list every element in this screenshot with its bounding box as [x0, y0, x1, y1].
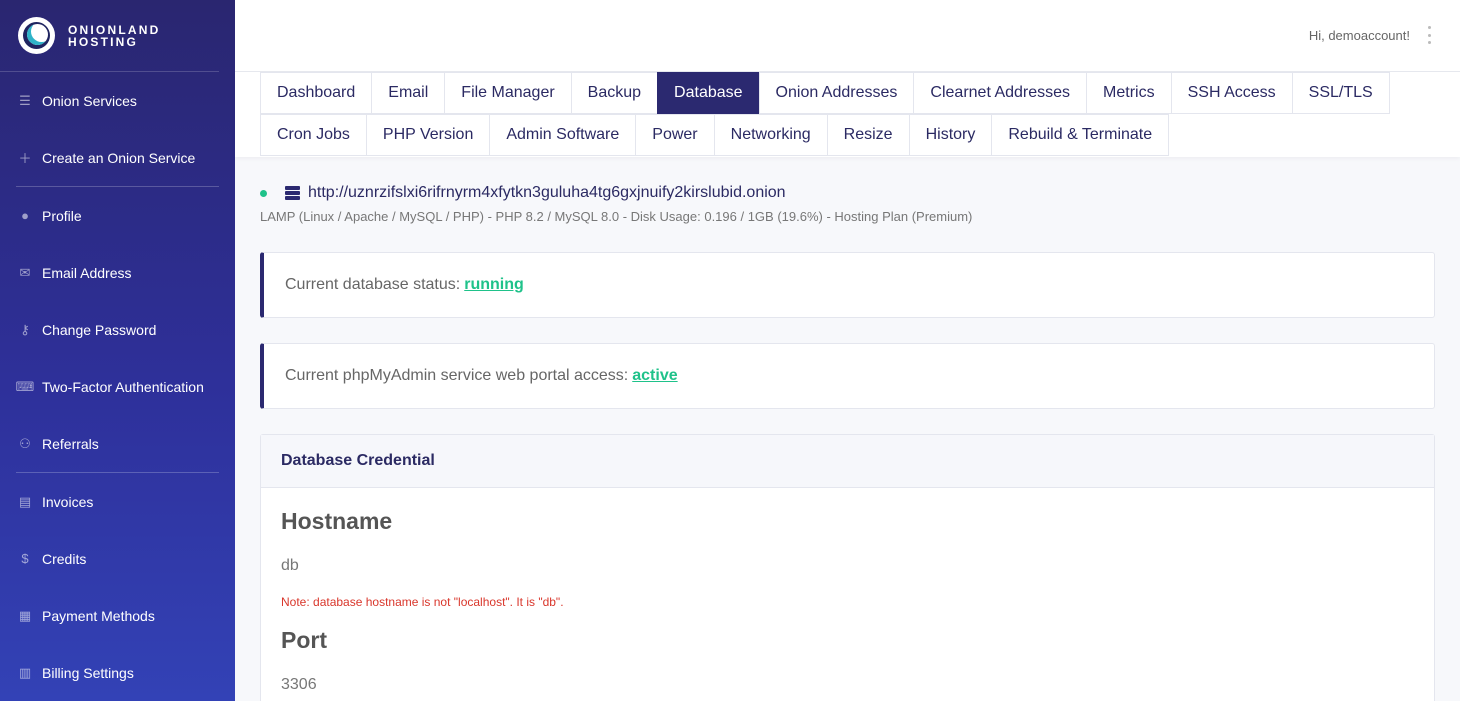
database-status-value[interactable]: running	[464, 276, 524, 294]
tab-power[interactable]: Power	[635, 114, 715, 156]
sidebar-item-label: Change Password	[42, 321, 157, 338]
tab-onion-addresses[interactable]: Onion Addresses	[758, 72, 915, 114]
database-status-card: Current database status: running	[260, 252, 1435, 318]
phpmyadmin-status-value[interactable]: active	[632, 367, 677, 385]
tab-ssl-tls[interactable]: SSL/TLS	[1291, 72, 1390, 114]
sidebar-item-create-onion-service[interactable]: ＋ Create an Onion Service	[0, 129, 235, 186]
sidebar-item-label: Create an Onion Service	[42, 149, 196, 166]
sidebar-item-profile[interactable]: ● Profile	[0, 187, 235, 244]
sidebar-item-email-address[interactable]: ✉ Email Address	[0, 244, 235, 301]
sidebar-item-label: Profile	[42, 207, 82, 224]
sidebar-item-onion-services[interactable]: ☰ Onion Services	[0, 72, 235, 129]
sidebar-item-invoices[interactable]: ▤ Invoices	[0, 473, 235, 530]
money-icon: ▦	[18, 607, 32, 623]
brand[interactable]: ONIONLAND HOSTING	[0, 0, 219, 72]
tab-rebuild-terminate[interactable]: Rebuild & Terminate	[991, 114, 1170, 156]
tab-database[interactable]: Database	[657, 72, 760, 114]
hostname-label: Hostname	[281, 508, 393, 534]
service-url-line: http://uznrzifslxi6rifrnyrm4xfytkn3guluh…	[260, 184, 1435, 202]
tab-row-1: Dashboard Email File Manager Backup Data…	[260, 72, 1390, 114]
sidebar-item-billing-settings[interactable]: ▥ Billing Settings	[0, 644, 235, 701]
brand-line2: HOSTING	[68, 34, 139, 49]
tab-backup[interactable]: Backup	[570, 72, 659, 114]
credential-card-body: Hostname db Note: database hostname is n…	[261, 488, 1434, 694]
file-settings-icon: ▥	[18, 664, 32, 680]
sidebar-item-label: Email Address	[42, 264, 132, 281]
sidebar-item-label: Credits	[42, 550, 87, 567]
sidebar-item-label: Invoices	[42, 493, 94, 510]
users-icon: ⚇	[19, 435, 31, 451]
dollar-icon: $	[21, 551, 29, 566]
credential-card-title: Database Credential	[261, 435, 1434, 488]
hostname-value: db	[281, 557, 299, 574]
brand-name: ONIONLAND HOSTING	[68, 24, 160, 48]
main-content: http://uznrzifslxi6rifrnyrm4xfytkn3guluh…	[260, 157, 1435, 701]
mail-icon: ✉	[19, 264, 31, 280]
sidebar-item-referrals[interactable]: ⚇ Referrals	[0, 415, 235, 472]
plus-icon: ＋	[18, 151, 32, 166]
service-meta: LAMP (Linux / Apache / MySQL / PHP) - PH…	[260, 209, 973, 224]
sidebar-item-label: Referrals	[42, 435, 99, 452]
file-icon: ▤	[18, 493, 32, 509]
tab-row-2: Cron Jobs PHP Version Admin Software Pow…	[260, 114, 1170, 156]
tab-email[interactable]: Email	[371, 72, 446, 114]
user-greeting[interactable]: Hi, demoaccount!	[1309, 28, 1410, 43]
tab-cron-jobs[interactable]: Cron Jobs	[260, 114, 367, 156]
sidebar-item-label: Two-Factor Authentication	[42, 378, 204, 395]
hostname-note: Note: database hostname is not "localhos…	[281, 595, 564, 609]
service-url[interactable]: http://uznrzifslxi6rifrnyrm4xfytkn3guluh…	[308, 184, 786, 202]
tab-admin-software[interactable]: Admin Software	[489, 114, 637, 156]
sidebar-item-label: Onion Services	[42, 92, 137, 109]
more-options-icon[interactable]	[1426, 26, 1432, 44]
server-icon	[285, 186, 300, 200]
sidebar-item-change-password[interactable]: ⚷ Change Password	[0, 301, 235, 358]
sidebar-item-label: Billing Settings	[42, 664, 134, 681]
user-icon: ●	[21, 208, 29, 223]
phpmyadmin-status-card: Current phpMyAdmin service web portal ac…	[260, 343, 1435, 409]
tab-file-manager[interactable]: File Manager	[444, 72, 572, 114]
onionland-logo-icon	[18, 17, 55, 54]
service-tabs: Dashboard Email File Manager Backup Data…	[235, 72, 1460, 157]
database-credential-card: Database Credential Hostname db Note: da…	[260, 434, 1435, 701]
tab-php-version[interactable]: PHP Version	[365, 114, 491, 156]
tab-resize[interactable]: Resize	[826, 114, 910, 156]
port-label: Port	[281, 627, 327, 653]
tab-networking[interactable]: Networking	[713, 114, 828, 156]
top-bar: Hi, demoaccount!	[235, 0, 1460, 72]
sidebar-nav: ☰ Onion Services ＋ Create an Onion Servi…	[0, 72, 235, 701]
sidebar-item-two-factor[interactable]: ⌨ Two-Factor Authentication	[0, 358, 235, 415]
tab-clearnet-addresses[interactable]: Clearnet Addresses	[913, 72, 1088, 114]
database-status-label: Current database status:	[285, 276, 461, 293]
online-status-dot	[260, 189, 267, 197]
sidebar-item-credits[interactable]: $ Credits	[0, 530, 235, 587]
phpmyadmin-status-label: Current phpMyAdmin service web portal ac…	[285, 367, 629, 384]
sidebar-item-payment-methods[interactable]: ▦ Payment Methods	[0, 587, 235, 644]
tab-dashboard[interactable]: Dashboard	[260, 72, 373, 114]
tab-ssh-access[interactable]: SSH Access	[1170, 72, 1293, 114]
tab-history[interactable]: History	[908, 114, 993, 156]
brand-line1: ONIONLAND	[68, 22, 161, 37]
sidebar-item-label: Payment Methods	[42, 607, 155, 624]
sidebar: ONIONLAND HOSTING ☰ Onion Services ＋ Cre…	[0, 0, 235, 701]
key-icon: ⚷	[20, 321, 30, 337]
keyboard-icon: ⌨	[15, 378, 35, 394]
port-value: 3306	[281, 676, 317, 693]
list-icon: ☰	[19, 92, 31, 108]
tab-metrics[interactable]: Metrics	[1086, 72, 1172, 114]
